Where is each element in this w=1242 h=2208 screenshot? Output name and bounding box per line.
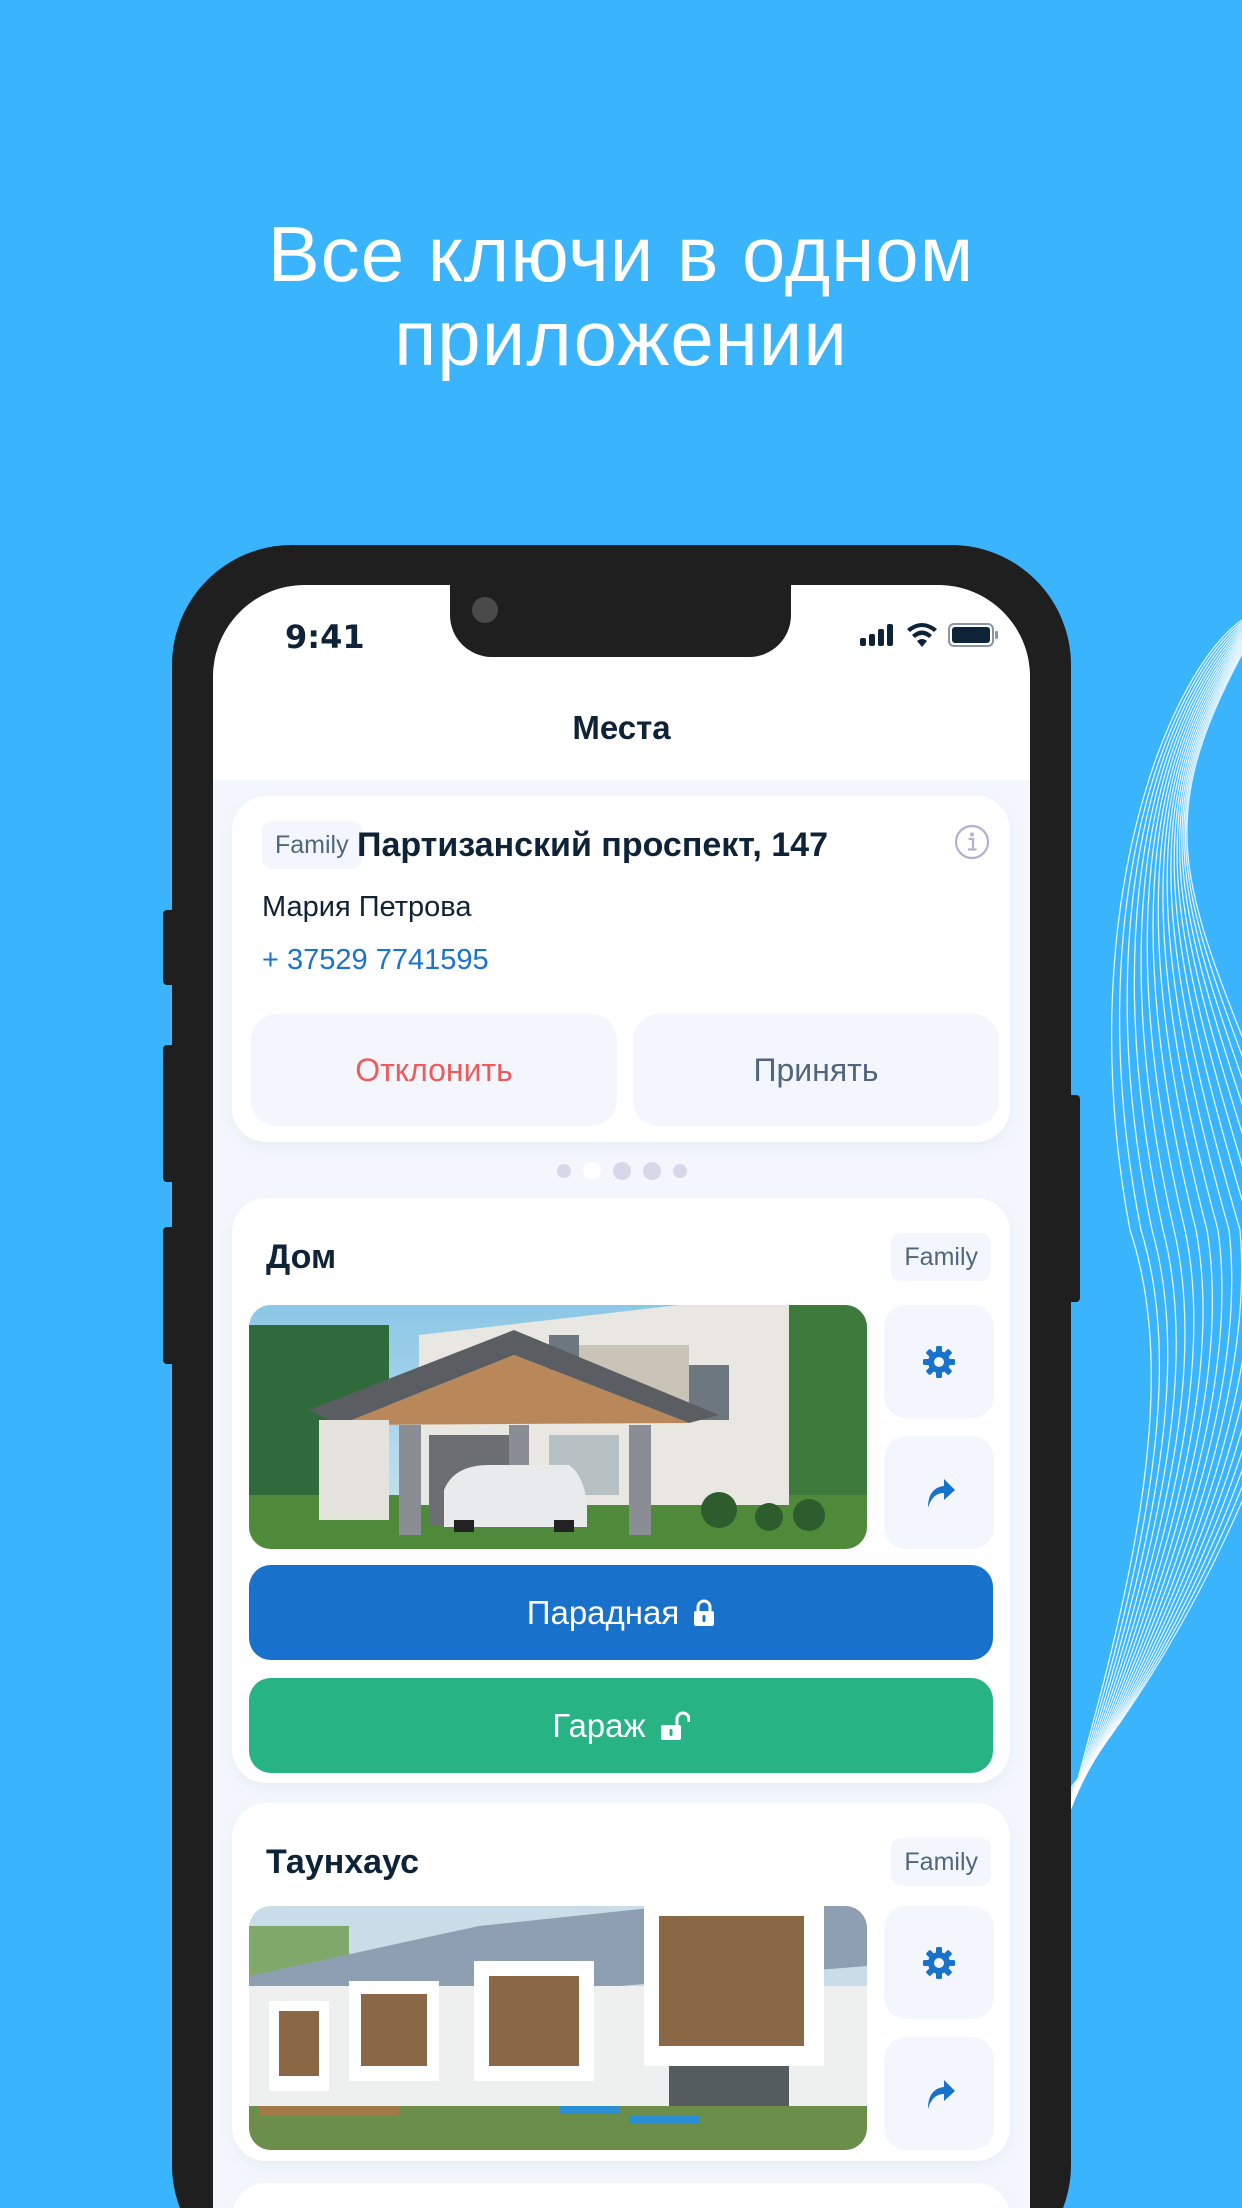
place-share-button[interactable] (884, 2037, 994, 2150)
invitation-person: Мария Петрова (262, 891, 472, 923)
invitation-tag: Family (262, 821, 362, 869)
place-card-dom: Дом Family Парадная Гараж (232, 1198, 1010, 1783)
pager-dot[interactable] (672, 1164, 687, 1178)
status-icons (860, 623, 998, 647)
pager-dot[interactable] (556, 1164, 571, 1178)
page-title: Места (572, 709, 671, 746)
place-name: Таунхаус (266, 1843, 420, 1881)
pager-dots (213, 1162, 1030, 1180)
promo-headline: Все ключи в одном приложении (0, 212, 1242, 380)
place-card-next (232, 2183, 1010, 2208)
place-settings-button[interactable] (884, 1305, 994, 1418)
accept-button[interactable]: Принять (633, 1014, 999, 1126)
pager-dot[interactable] (642, 1162, 661, 1180)
promo-headline-line2: приложении (394, 294, 848, 382)
phone-screen: 9:41 Места Family Партизанский проспект,… (213, 585, 1030, 2208)
door-label: Парадная (526, 1593, 680, 1631)
door-label: Гараж (552, 1706, 646, 1744)
house-with-carport-photo (249, 1305, 867, 1549)
lock-closed-icon (694, 1599, 715, 1626)
info-icon[interactable] (954, 824, 990, 860)
phone-notch (450, 585, 791, 657)
door-button-garage[interactable]: Гараж (249, 1678, 993, 1773)
place-card-townhouse: Таунхаус Family (232, 1803, 1010, 2161)
front-camera (472, 597, 498, 623)
promo-headline-line1: Все ключи в одном (267, 210, 975, 298)
pager-dot[interactable] (612, 1162, 631, 1180)
decline-button[interactable]: Отклонить (251, 1014, 617, 1126)
share-icon (928, 1478, 955, 1508)
pager-dot-active[interactable] (582, 1162, 601, 1180)
gear-icon (923, 1946, 955, 1979)
cellular-signal-icon (860, 624, 893, 646)
place-name: Дом (266, 1238, 337, 1276)
lock-open-icon (660, 1711, 690, 1740)
share-icon (928, 2079, 955, 2109)
place-settings-button[interactable] (884, 1906, 994, 2019)
townhouse-row-photo (249, 1906, 867, 2150)
gear-icon (923, 1345, 955, 1378)
invitation-phone-link[interactable]: + 37529 7741595 (262, 944, 489, 977)
wifi-icon (907, 623, 937, 647)
battery-icon (948, 623, 998, 647)
place-share-button[interactable] (884, 1436, 994, 1549)
place-tag: Family (891, 1233, 991, 1281)
place-tag: Family (891, 1838, 991, 1886)
status-time: 9:41 (285, 618, 365, 656)
invitation-card: Family Партизанский проспект, 147 Мария … (232, 796, 1010, 1142)
door-button-paradnaya[interactable]: Парадная (249, 1565, 993, 1660)
invitation-address: Партизанский проспект, 147 (357, 826, 829, 864)
